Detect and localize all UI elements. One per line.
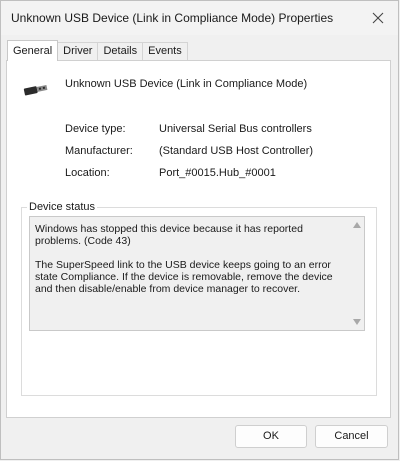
location-value: Port_#0015.Hub_#0001 (159, 167, 276, 179)
usb-plug-icon (22, 79, 52, 99)
device-status-title: Device status (27, 201, 98, 213)
location-label: Location: (65, 167, 110, 179)
status-scrollbar[interactable] (351, 217, 364, 330)
tab-driver[interactable]: Driver (57, 42, 99, 60)
device-status-textbox[interactable]: Windows has stopped this device because … (29, 216, 365, 331)
scroll-down-icon[interactable] (353, 319, 361, 325)
scroll-up-icon[interactable] (353, 222, 361, 228)
device-status-text: Windows has stopped this device because … (35, 223, 333, 295)
close-icon[interactable] (370, 10, 386, 26)
device-name: Unknown USB Device (Link in Compliance M… (65, 78, 308, 90)
tab-details[interactable]: Details (97, 42, 144, 60)
manufacturer-label: Manufacturer: (65, 145, 133, 157)
tab-events[interactable]: Events (142, 42, 188, 60)
tab-general[interactable]: General (7, 40, 59, 61)
general-panel: Unknown USB Device (Link in Compliance M… (6, 60, 391, 418)
properties-dialog: Unknown USB Device (Link in Compliance M… (0, 0, 399, 460)
title-bar: Unknown USB Device (Link in Compliance M… (1, 1, 398, 35)
tab-bar: General Driver Details Events (7, 40, 188, 61)
ok-button[interactable]: OK (235, 425, 307, 448)
device-type-label: Device type: (65, 123, 126, 135)
manufacturer-value: (Standard USB Host Controller) (159, 145, 314, 157)
cancel-button[interactable]: Cancel (315, 425, 388, 448)
window-title: Unknown USB Device (Link in Compliance M… (11, 11, 334, 25)
device-type-value: Universal Serial Bus controllers (159, 123, 312, 135)
